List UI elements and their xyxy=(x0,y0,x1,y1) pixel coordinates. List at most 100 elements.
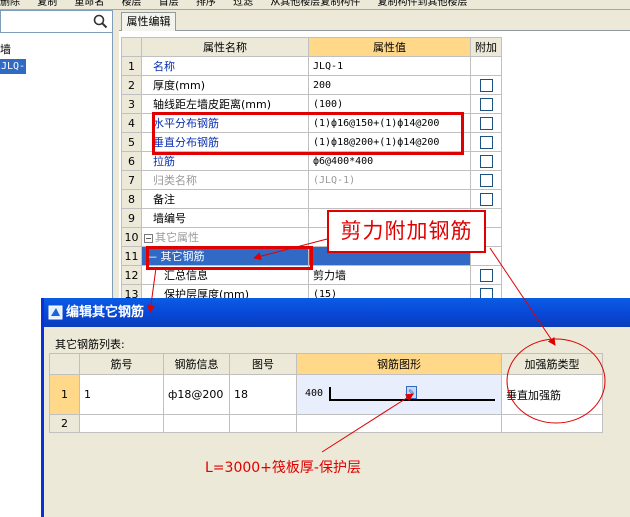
property-value-category[interactable]: (JLQ-1) xyxy=(308,170,471,190)
property-label: 墙编号 xyxy=(141,208,309,228)
column-header-rebar-info: 钢筋信息 xyxy=(163,353,230,375)
property-extra-cell xyxy=(470,56,502,76)
column-header-shape: 钢筋图形 xyxy=(296,353,502,375)
app-icon xyxy=(48,305,63,320)
column-header-figure-no: 图号 xyxy=(229,353,297,375)
cell-reinforcement-type[interactable] xyxy=(501,414,603,433)
property-extra-cell xyxy=(470,132,502,152)
cell-rebar-shape[interactable] xyxy=(296,414,502,433)
table-row[interactable]: 1 1 ф18@200 18 400 ✎ 垂直加强筋 xyxy=(49,374,603,415)
toolbar-copy-from-floor[interactable]: 从其他楼层复制构件 xyxy=(270,0,360,8)
row-number: 11 xyxy=(121,246,142,266)
toolbar-copy[interactable]: 复制 xyxy=(37,0,57,8)
extra-checkbox[interactable] xyxy=(479,116,493,130)
extra-checkbox[interactable] xyxy=(479,268,493,282)
property-row-name[interactable]: 1 名称 JLQ-1 xyxy=(121,56,502,76)
property-extra-cell xyxy=(470,113,502,133)
row-number: 8 xyxy=(121,189,142,209)
row-number: 1 xyxy=(49,374,80,415)
property-value-summary[interactable]: 剪力墙 xyxy=(308,265,471,285)
shape-length-value[interactable]: 400 xyxy=(305,388,323,399)
row-number: 5 xyxy=(121,132,142,152)
cell-reinforcement-type[interactable]: 垂直加强筋 xyxy=(501,374,603,415)
property-row-tie-bar[interactable]: 6 拉筋 ф6@400*400 xyxy=(121,151,502,171)
table-row[interactable]: 2 xyxy=(49,414,603,433)
dialog-title-bar[interactable]: 编辑其它钢筋 xyxy=(44,298,630,327)
row-number: 9 xyxy=(121,208,142,228)
row-number-header xyxy=(121,37,142,57)
toolbar-floor-select[interactable]: 首层 xyxy=(159,0,179,8)
property-label: 名称 xyxy=(141,56,309,76)
extra-checkbox[interactable] xyxy=(479,192,493,206)
row-number: 2 xyxy=(121,75,142,95)
property-row-category[interactable]: 7 归类名称 (JLQ-1) xyxy=(121,170,502,190)
cell-rebar-info[interactable]: ф18@200 xyxy=(163,374,230,415)
column-header-value: 属性值 xyxy=(308,37,471,57)
property-row-vertical-rebar[interactable]: 5 垂直分布钢筋 (1)ф18@200+(1)ф14@200 xyxy=(121,132,502,152)
row-number: 1 xyxy=(121,56,142,76)
cell-rebar-shape[interactable]: 400 ✎ xyxy=(296,374,502,415)
property-extra-cell xyxy=(470,151,502,171)
collapse-toggle[interactable]: − xyxy=(144,233,153,243)
extra-checkbox[interactable] xyxy=(479,97,493,111)
cell-figure-no[interactable] xyxy=(229,414,297,433)
property-row-remark[interactable]: 8 备注 xyxy=(121,189,502,209)
component-search-input[interactable] xyxy=(0,10,113,33)
top-toolbar: 删除 复制 重命名 楼层 首层 排序 过滤 从其他楼层复制构件 复制构件到其他楼… xyxy=(0,0,630,10)
property-extra-cell xyxy=(470,265,502,285)
property-row-axis-offset[interactable]: 3 轴线距左墙皮距离(mm) (100) xyxy=(121,94,502,114)
tree-item-wall[interactable]: 墙 xyxy=(0,42,11,57)
property-label: 厚度(mm) xyxy=(141,75,309,95)
extra-checkbox[interactable] xyxy=(479,154,493,168)
search-icon[interactable] xyxy=(93,14,108,29)
property-value-tie-bar[interactable]: ф6@400*400 xyxy=(308,151,471,171)
row-number: 3 xyxy=(121,94,142,114)
property-label-text: 其它钢筋 xyxy=(160,250,205,263)
property-value-vertical-rebar[interactable]: (1)ф18@200+(1)ф14@200 xyxy=(308,132,471,152)
column-header-rebar-no: 筋号 xyxy=(79,353,164,375)
tab-property-edit[interactable]: 属性编辑 xyxy=(121,12,176,31)
cell-rebar-info[interactable] xyxy=(163,414,230,433)
property-label: 汇总信息 xyxy=(141,265,309,285)
rebar-grid-header: 筋号 钢筋信息 图号 钢筋图形 加强筋类型 xyxy=(49,353,603,375)
dialog-title: 编辑其它钢筋 xyxy=(66,305,145,320)
property-value-name[interactable]: JLQ-1 xyxy=(308,56,471,76)
row-number: 10 xyxy=(121,227,142,247)
extra-checkbox[interactable] xyxy=(479,173,493,187)
shape-edit-marker-icon[interactable]: ✎ xyxy=(406,386,417,399)
toolbar-copy-to-floor[interactable]: 复制构件到其他楼层 xyxy=(378,0,468,8)
toolbar-floor-label: 楼层 xyxy=(121,0,142,8)
toolbar-filter[interactable]: 过滤 xyxy=(233,0,253,8)
cell-rebar-no[interactable] xyxy=(79,414,164,433)
extra-checkbox[interactable] xyxy=(479,135,493,149)
property-value-axis-offset[interactable]: (100) xyxy=(308,94,471,114)
property-extra-cell xyxy=(470,94,502,114)
cell-rebar-no[interactable]: 1 xyxy=(79,374,164,415)
property-label: 轴线距左墙皮距离(mm) xyxy=(141,94,309,114)
row-number: 12 xyxy=(121,265,142,285)
property-label: 垂直分布钢筋 xyxy=(141,132,309,152)
property-row-horizontal-rebar[interactable]: 4 水平分布钢筋 (1)ф16@150+(1)ф14@200 xyxy=(121,113,502,133)
property-label: 水平分布钢筋 xyxy=(141,113,309,133)
property-row-thickness[interactable]: 2 厚度(mm) 200 xyxy=(121,75,502,95)
toolbar-sort[interactable]: 排序 xyxy=(196,0,216,8)
property-extra-cell xyxy=(470,75,502,95)
cell-figure-no[interactable]: 18 xyxy=(229,374,297,415)
row-number: 2 xyxy=(49,414,80,433)
property-label: 归类名称 xyxy=(141,170,309,190)
column-header-type: 加强筋类型 xyxy=(501,353,603,375)
rebar-list-caption: 其它钢筋列表: xyxy=(55,338,125,351)
property-value-thickness[interactable]: 200 xyxy=(308,75,471,95)
property-value-horizontal-rebar[interactable]: (1)ф16@150+(1)ф14@200 xyxy=(308,113,471,133)
toolbar-rename[interactable]: 重命名 xyxy=(74,0,104,8)
toolbar-delete[interactable]: 删除 xyxy=(0,0,20,8)
property-label: — 其它钢筋 xyxy=(141,246,309,266)
property-value-remark[interactable] xyxy=(308,189,471,209)
other-rebar-grid: 筋号 钢筋信息 图号 钢筋图形 加强筋类型 1 1 ф18@200 18 400… xyxy=(49,353,603,433)
column-header-extra: 附加 xyxy=(470,37,502,57)
tree-item-jlq-1[interactable]: JLQ-1 xyxy=(0,59,31,74)
row-number: 6 xyxy=(121,151,142,171)
extra-checkbox[interactable] xyxy=(479,78,493,92)
property-row-summary[interactable]: 12 汇总信息 剪力墙 xyxy=(121,265,502,285)
property-extra-cell xyxy=(470,170,502,190)
